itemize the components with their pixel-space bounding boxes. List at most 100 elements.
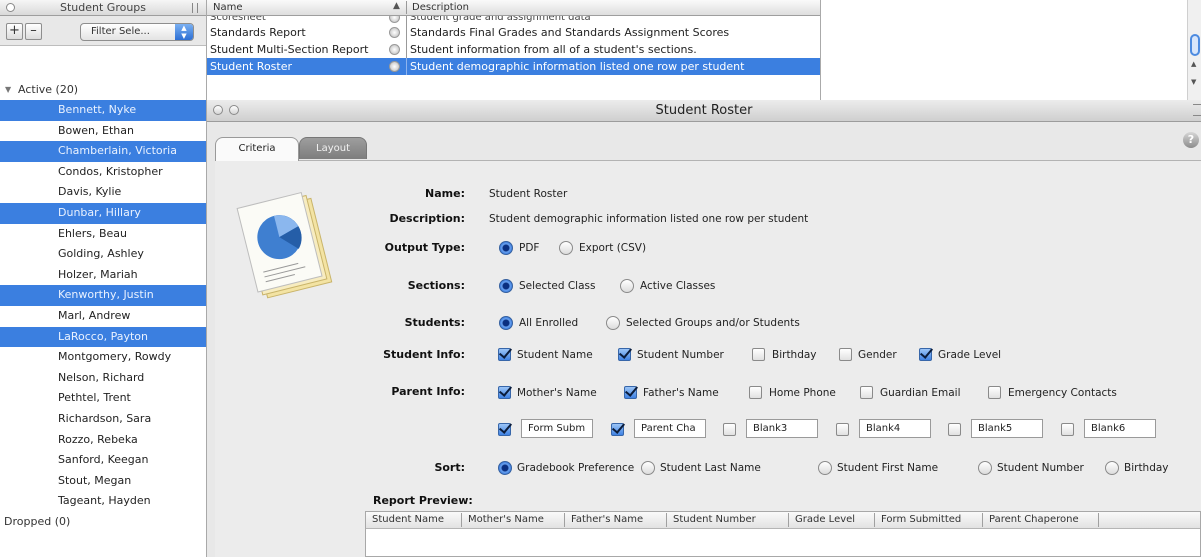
fathers-name-checkbox[interactable]: [624, 386, 637, 399]
scrollbar-thumb[interactable]: [1190, 34, 1200, 56]
student-name-checkbox[interactable]: [498, 348, 511, 361]
student-list-item[interactable]: Richardson, Sara: [0, 409, 206, 430]
filter-select[interactable]: Filter Sele... ▲ ▼: [80, 23, 194, 41]
report-list-row[interactable]: Standards Report Standards Final Grades a…: [207, 24, 820, 41]
student-list-item[interactable]: Pethtel, Trent: [0, 388, 206, 409]
add-group-button[interactable]: +: [6, 23, 23, 40]
blank4-checkbox[interactable]: [836, 423, 849, 436]
tab-layout[interactable]: Layout: [299, 137, 367, 159]
student-list-item[interactable]: Kenworthy, Justin: [0, 285, 206, 306]
collapse-circle-icon[interactable]: [6, 3, 15, 12]
student-number-checkbox[interactable]: [618, 348, 631, 361]
student-list-item[interactable]: Chamberlain, Victoria: [0, 141, 206, 162]
blank1-checkbox[interactable]: [498, 423, 511, 436]
blank6-checkbox[interactable]: [1061, 423, 1074, 436]
column-header-description[interactable]: Description: [412, 2, 469, 13]
report-list-row[interactable]: Student Multi-Section Report Student info…: [207, 41, 820, 58]
report-name-cell: Standards Report: [210, 26, 306, 39]
report-list-row[interactable]: Student Roster Student demographic inform…: [207, 58, 820, 75]
column-header-name[interactable]: Name: [213, 2, 243, 13]
remove-group-button[interactable]: –: [25, 23, 42, 40]
output-csv-label[interactable]: Export (CSV): [579, 242, 646, 254]
home-phone-label[interactable]: Home Phone: [769, 387, 836, 399]
sort-first-name-label[interactable]: Student First Name: [837, 462, 938, 474]
student-list-item[interactable]: LaRocco, Payton: [0, 326, 206, 348]
guardian-email-label[interactable]: Guardian Email: [880, 387, 961, 399]
help-button[interactable]: ?: [1183, 132, 1199, 148]
report-list-row[interactable]: Scoresheet Student grade and assignment d…: [207, 16, 820, 24]
sections-selected-label[interactable]: Selected Class: [519, 280, 595, 292]
student-list-item[interactable]: Sanford, Keegan: [0, 450, 206, 471]
blank1-field[interactable]: Form Subm: [521, 419, 593, 438]
mothers-name-checkbox[interactable]: [498, 386, 511, 399]
home-phone-checkbox[interactable]: [749, 386, 762, 399]
blank4-field[interactable]: Blank4: [859, 419, 931, 438]
student-list-item[interactable]: Holzer, Mariah: [0, 265, 206, 286]
scrollbar[interactable]: ▲ ▼: [1187, 0, 1201, 100]
sections-label: Sections:: [407, 279, 465, 292]
sort-last-name-label[interactable]: Student Last Name: [660, 462, 761, 474]
grade-level-label[interactable]: Grade Level: [938, 349, 1001, 361]
students-groups-radio[interactable]: [606, 316, 620, 330]
sort-birthday-radio[interactable]: [1105, 461, 1119, 475]
student-number-label[interactable]: Student Number: [637, 349, 724, 361]
sort-gradebook-radio[interactable]: [498, 461, 512, 475]
students-all-label[interactable]: All Enrolled: [519, 317, 578, 329]
group-label: Dropped (0): [4, 514, 71, 528]
blank5-checkbox[interactable]: [948, 423, 961, 436]
sort-first-name-radio[interactable]: [818, 461, 832, 475]
blank6-field[interactable]: Blank6: [1084, 419, 1156, 438]
gender-label[interactable]: Gender: [858, 349, 897, 361]
student-list-item[interactable]: Bowen, Ethan: [0, 121, 206, 142]
emergency-contacts-checkbox[interactable]: [988, 386, 1001, 399]
sort-number-radio[interactable]: [978, 461, 992, 475]
blank3-field[interactable]: Blank3: [746, 419, 818, 438]
mothers-name-label[interactable]: Mother's Name: [517, 387, 597, 399]
tab-criteria[interactable]: Criteria: [215, 137, 299, 161]
grade-level-checkbox[interactable]: [919, 348, 932, 361]
birthday-checkbox[interactable]: [752, 348, 765, 361]
student-name-label[interactable]: Student Name: [517, 349, 593, 361]
sort-ascending-icon: ▲: [393, 1, 400, 11]
output-pdf-radio[interactable]: [499, 241, 513, 255]
student-list-item[interactable]: Tageant, Hayden: [0, 491, 206, 512]
resize-grip-icon[interactable]: [192, 3, 198, 13]
student-list-item[interactable]: Stout, Megan: [0, 471, 206, 492]
report-status-dot-icon: [389, 27, 400, 38]
sort-birthday-label[interactable]: Birthday: [1124, 462, 1169, 474]
scroll-up-arrow-icon[interactable]: ▲: [1191, 60, 1196, 68]
blank5-field[interactable]: Blank5: [971, 419, 1043, 438]
sections-selected-radio[interactable]: [499, 279, 513, 293]
emergency-contacts-label[interactable]: Emergency Contacts: [1008, 387, 1117, 399]
student-list-item[interactable]: Davis, Kylie: [0, 182, 206, 203]
student-list-item[interactable]: Dunbar, Hillary: [0, 202, 206, 224]
sort-number-label[interactable]: Student Number: [997, 462, 1084, 474]
group-dropped[interactable]: Dropped (0): [0, 512, 206, 532]
student-list-item[interactable]: Condos, Kristopher: [0, 162, 206, 183]
student-list-item[interactable]: Ehlers, Beau: [0, 224, 206, 245]
students-all-radio[interactable]: [499, 316, 513, 330]
sort-gradebook-label[interactable]: Gradebook Preference: [517, 462, 634, 474]
students-groups-label[interactable]: Selected Groups and/or Students: [626, 317, 800, 329]
output-csv-radio[interactable]: [559, 241, 573, 255]
output-pdf-label[interactable]: PDF: [519, 242, 539, 254]
gender-checkbox[interactable]: [839, 348, 852, 361]
sections-active-label[interactable]: Active Classes: [640, 280, 715, 292]
blank2-field[interactable]: Parent Cha: [634, 419, 706, 438]
blank2-checkbox[interactable]: [611, 423, 624, 436]
student-list-item[interactable]: Rozzo, Rebeka: [0, 430, 206, 451]
scroll-down-arrow-icon[interactable]: ▼: [1191, 78, 1196, 86]
student-list-item[interactable]: Golding, Ashley: [0, 244, 206, 265]
fathers-name-label[interactable]: Father's Name: [643, 387, 719, 399]
student-list-item[interactable]: Nelson, Richard: [0, 368, 206, 389]
sort-last-name-radio[interactable]: [641, 461, 655, 475]
blank3-checkbox[interactable]: [723, 423, 736, 436]
birthday-label[interactable]: Birthday: [772, 349, 817, 361]
student-list-item[interactable]: Marl, Andrew: [0, 306, 206, 327]
sections-active-radio[interactable]: [620, 279, 634, 293]
disclosure-triangle-icon[interactable]: ▼: [5, 80, 11, 100]
student-list-item[interactable]: Bennett, Nyke: [0, 100, 206, 121]
guardian-email-checkbox[interactable]: [860, 386, 873, 399]
group-active[interactable]: ▼ Active (20): [0, 80, 206, 100]
student-list-item[interactable]: Montgomery, Rowdy: [0, 347, 206, 368]
